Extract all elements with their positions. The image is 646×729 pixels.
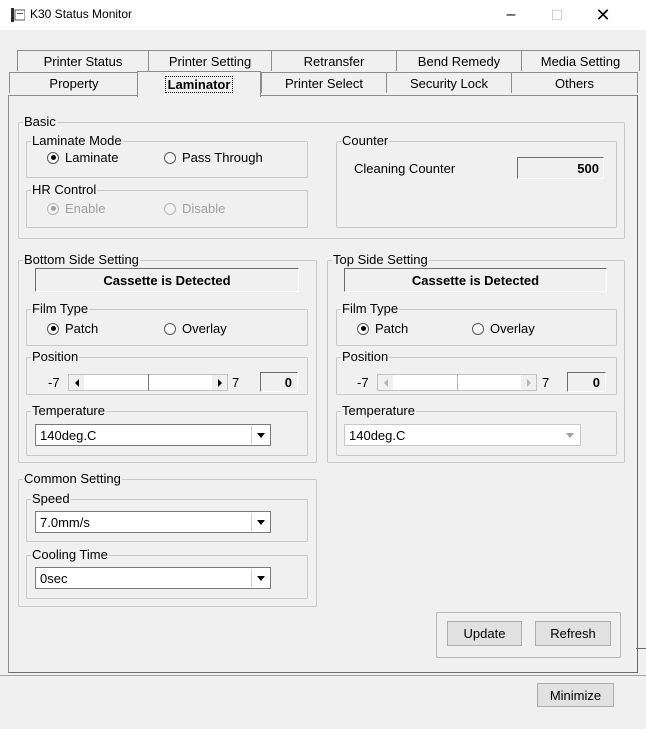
cleaning-counter-label: Cleaning Counter (354, 161, 456, 176)
slider-thumb[interactable] (148, 374, 149, 391)
top-patch-radio[interactable]: Patch (357, 321, 408, 336)
chevron-down-icon[interactable] (561, 426, 579, 444)
speed-legend: Speed (31, 491, 71, 507)
minimize-button[interactable]: Minimize (537, 683, 614, 707)
radio-unselected-icon (472, 322, 484, 335)
radio-selected-icon (47, 322, 59, 335)
tab-printer-status[interactable]: Printer Status (17, 50, 149, 71)
tab-security-lock[interactable]: Security Lock (386, 72, 512, 93)
counter-legend: Counter (341, 133, 390, 149)
tab-laminator[interactable]: Laminator (137, 71, 261, 97)
divider (0, 675, 646, 676)
hr-control-legend: HR Control (31, 182, 98, 198)
bottom-overlay-label: Overlay (182, 321, 227, 336)
chevron-down-icon[interactable] (251, 569, 269, 587)
window-title: K30 Status Monitor (30, 7, 133, 21)
bottom-film-type-legend: Film Type (31, 301, 90, 317)
cooling-time-legend: Cooling Time (31, 547, 109, 563)
top-overlay-label: Overlay (490, 321, 535, 336)
divider (636, 648, 646, 649)
top-temperature-legend: Temperature (341, 403, 416, 419)
bottom-patch-label: Patch (65, 321, 99, 336)
top-temperature-select[interactable]: 140deg.C (344, 424, 581, 446)
top-overlay-radio[interactable]: Overlay (472, 321, 535, 336)
laminate-mode-legend: Laminate Mode (31, 133, 123, 149)
tab-printer-setting[interactable]: Printer Setting (148, 50, 272, 71)
bottom-patch-radio[interactable]: Patch (47, 321, 98, 336)
top-position-legend: Position (341, 349, 390, 365)
radio-unselected-icon (164, 322, 176, 335)
top-position-min: -7 (357, 375, 369, 390)
close-window-button[interactable]: ✕ (580, 0, 626, 30)
bottom-overlay-radio[interactable]: Overlay (164, 321, 227, 336)
common-setting-legend: Common Setting (23, 471, 122, 487)
speed-select[interactable]: 7.0mm/s (35, 511, 271, 533)
counter-group: Counter (336, 133, 617, 228)
top-position-max: 7 (542, 375, 550, 390)
bottom-position-max: 7 (232, 375, 240, 390)
top-position-slider[interactable] (377, 374, 537, 391)
tab-retransfer[interactable]: Retransfer (271, 50, 397, 71)
top-position-value: 0 (567, 372, 606, 392)
laminate-radio-label: Laminate (65, 150, 119, 165)
update-button[interactable]: Update (447, 621, 522, 646)
basic-legend: Basic (23, 114, 57, 130)
pass-through-radio-label: Pass Through (182, 150, 263, 165)
radio-unselected-icon (164, 202, 176, 215)
scroll-right-icon[interactable] (212, 375, 227, 390)
tab-media-setting[interactable]: Media Setting (521, 50, 640, 71)
bottom-temperature-select[interactable]: 140deg.C (35, 424, 271, 446)
printer-app-icon (11, 8, 25, 22)
minimize-window-button[interactable]: – (488, 0, 534, 30)
tab-others[interactable]: Others (511, 72, 638, 93)
pass-through-radio[interactable]: Pass Through (164, 150, 263, 165)
top-temperature-value: 140deg.C (349, 427, 406, 443)
tab-property[interactable]: Property (9, 72, 139, 93)
bottom-position-slider[interactable] (68, 374, 228, 391)
top-film-type-legend: Film Type (341, 301, 400, 317)
bottom-position-min: -7 (48, 375, 60, 390)
slider-thumb[interactable] (457, 374, 458, 391)
tab-printer-select[interactable]: Printer Select (261, 72, 387, 93)
disable-radio-label: Disable (182, 201, 226, 216)
cleaning-counter-value: 500 (517, 157, 604, 179)
tab-bend-remedy[interactable]: Bend Remedy (396, 50, 522, 71)
bottom-temperature-value: 140deg.C (40, 427, 97, 443)
bottom-cassette-status: Cassette is Detected (35, 268, 299, 292)
bottom-position-legend: Position (31, 349, 80, 365)
chevron-down-icon[interactable] (251, 513, 269, 531)
bottom-position-value: 0 (260, 372, 298, 392)
radio-selected-icon (47, 151, 59, 164)
laminate-radio[interactable]: Laminate (47, 150, 118, 165)
top-cassette-status: Cassette is Detected (344, 268, 607, 292)
maximize-window-button[interactable]: ☐ (534, 0, 580, 30)
radio-selected-icon (47, 202, 59, 215)
scroll-right-icon[interactable] (521, 375, 536, 390)
bottom-temperature-legend: Temperature (31, 403, 106, 419)
enable-radio-label: Enable (65, 201, 106, 216)
speed-value: 7.0mm/s (40, 514, 90, 530)
cooling-time-select[interactable]: 0sec (35, 567, 271, 589)
bottom-side-legend: Bottom Side Setting (23, 252, 140, 268)
scroll-left-icon[interactable] (378, 375, 393, 390)
top-patch-label: Patch (375, 321, 409, 336)
chevron-down-icon[interactable] (251, 426, 269, 444)
disable-radio[interactable]: Disable (164, 201, 225, 216)
radio-selected-icon (357, 322, 369, 335)
cooling-time-value: 0sec (40, 570, 68, 586)
top-side-legend: Top Side Setting (332, 252, 429, 268)
enable-radio[interactable]: Enable (47, 201, 105, 216)
tab-laminator-label: Laminator (164, 76, 234, 93)
refresh-button[interactable]: Refresh (535, 621, 611, 646)
radio-unselected-icon (164, 151, 176, 164)
scroll-left-icon[interactable] (69, 375, 84, 390)
